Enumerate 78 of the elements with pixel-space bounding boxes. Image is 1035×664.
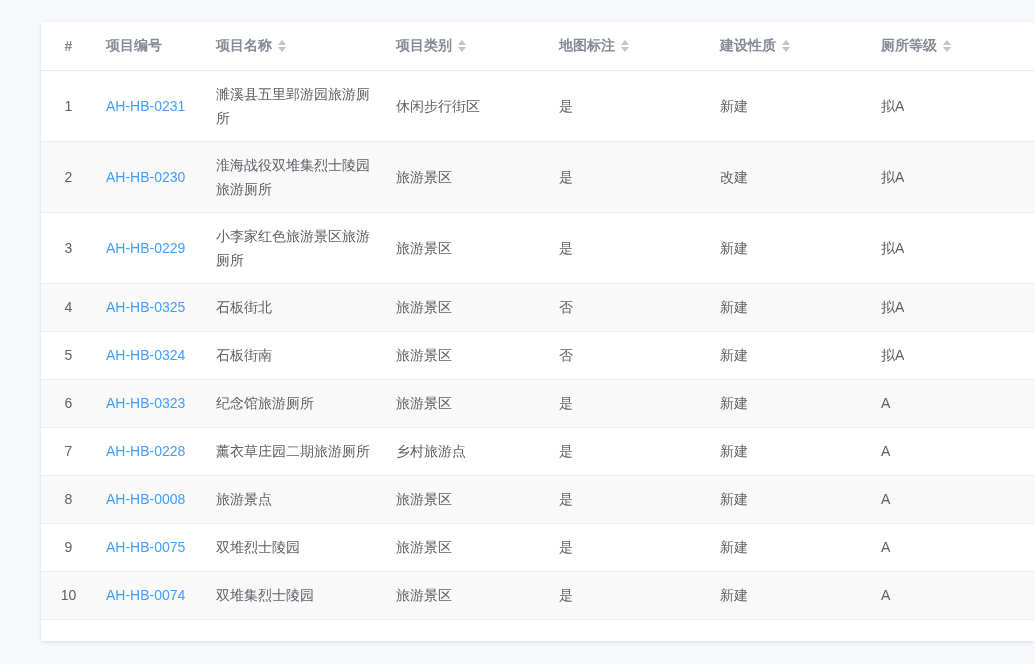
project-code-link[interactable]: AH-HB-0230: [106, 168, 186, 185]
sort-icon[interactable]: [458, 39, 466, 52]
table-cell-text: 9: [64, 538, 73, 557]
table-cell-text: A: [881, 586, 891, 605]
table-cell-text: 乡村旅游点: [396, 442, 466, 461]
table-cell-text: 7: [64, 442, 73, 461]
table-cell-text: 旅游景区: [396, 394, 452, 413]
table-cell-text: 新建: [720, 96, 748, 116]
sort-icon[interactable]: [278, 39, 286, 52]
sort-icon[interactable]: [782, 39, 790, 52]
table-cell-text: 拟A: [881, 96, 905, 116]
table-cell-text: 改建: [720, 167, 748, 187]
table-cell-text: 淮海战役双堆集烈士陵园旅游厕所: [216, 155, 371, 199]
table-cell-text: 旅游景区: [396, 298, 452, 317]
table-cell-text: 是: [559, 394, 573, 413]
table-cell-text: 新建: [720, 238, 748, 258]
sort-icon[interactable]: [621, 39, 629, 52]
sort-icon[interactable]: [943, 39, 951, 52]
table-cell-text: 旅游景区: [396, 586, 452, 605]
table-cell-text: 新建: [720, 394, 748, 413]
table-cell-text: A: [881, 490, 891, 509]
table-cell-text: 旅游景区: [396, 238, 452, 258]
table-cell-text: 旅游景区: [396, 167, 452, 187]
table-cell-text: 濉溪县五里郢游园旅游厕所: [216, 84, 371, 128]
column-header: 项目编号: [106, 36, 162, 55]
table-cell-text: 新建: [720, 538, 748, 557]
table-cell-text: 是: [559, 538, 573, 557]
table-cell-text: 旅游景区: [396, 538, 452, 557]
table-cell-text: A: [881, 442, 891, 461]
project-code-link[interactable]: AH-HB-0324: [106, 347, 186, 363]
table-cell-text: 8: [64, 490, 73, 509]
column-header[interactable]: 项目名称: [216, 36, 272, 55]
table-cell-text: 旅游景点: [216, 490, 272, 509]
table-cell-text: 2: [64, 167, 73, 187]
table-cell-text: 新建: [720, 442, 748, 461]
table-cell-text: 休闲步行街区: [396, 96, 480, 116]
table-cell-text: 1: [64, 96, 73, 116]
table-cell-text: 拟A: [881, 298, 905, 317]
table-cell-text: 是: [559, 167, 573, 187]
project-code-link[interactable]: AH-HB-0075: [106, 539, 186, 555]
table-cell-text: 否: [559, 298, 573, 317]
table-cell-text: 拟A: [881, 346, 905, 365]
table-cell-text: 纪念馆旅游厕所: [216, 394, 314, 413]
table-cell-text: 是: [559, 238, 573, 258]
column-header[interactable]: 厕所等级: [881, 36, 937, 55]
table-cell-text: 石板街南: [216, 346, 272, 365]
project-code-link[interactable]: AH-HB-0228: [106, 443, 186, 459]
table-cell-text: 石板街北: [216, 298, 272, 317]
project-code-link[interactable]: AH-HB-0231: [106, 97, 186, 114]
table-cell-text: 双堆集烈士陵园: [216, 586, 314, 605]
table-cell-text: A: [881, 394, 891, 413]
table-cell-text: 4: [64, 298, 73, 317]
table-cell-text: 是: [559, 586, 573, 605]
table-cell-text: 薰衣草庄园二期旅游厕所: [216, 442, 370, 461]
table-cell-text: 新建: [720, 346, 748, 365]
table-cell-text: 旅游景区: [396, 346, 452, 365]
table-cell-text: 是: [559, 96, 573, 116]
table-cell-text: 否: [559, 346, 573, 365]
table-cell-text: 新建: [720, 490, 748, 509]
column-header[interactable]: 地图标注: [559, 36, 615, 55]
table-cell-text: 新建: [720, 586, 748, 605]
table-cell-text: 5: [64, 346, 73, 365]
table-cell-text: 旅游景区: [396, 490, 452, 509]
table-cell-text: 小李家红色旅游景区旅游厕所: [216, 226, 371, 270]
table-cell-text: 10: [60, 586, 77, 605]
table-cell-text: 新建: [720, 298, 748, 317]
table-cell-text: 双堆烈士陵园: [216, 538, 300, 557]
table-cell-text: A: [881, 538, 891, 557]
table-cell-text: 3: [64, 238, 73, 258]
project-code-link[interactable]: AH-HB-0229: [106, 239, 186, 256]
table-cell-text: 6: [64, 394, 73, 413]
table-cell-text: 拟A: [881, 238, 905, 258]
column-header: #: [64, 38, 73, 55]
table-cell-text: 是: [559, 490, 573, 509]
table-cell-text: 是: [559, 442, 573, 461]
column-header[interactable]: 项目类别: [396, 36, 452, 55]
table-cell-text: 拟A: [881, 167, 905, 187]
column-header[interactable]: 建设性质: [720, 36, 776, 55]
